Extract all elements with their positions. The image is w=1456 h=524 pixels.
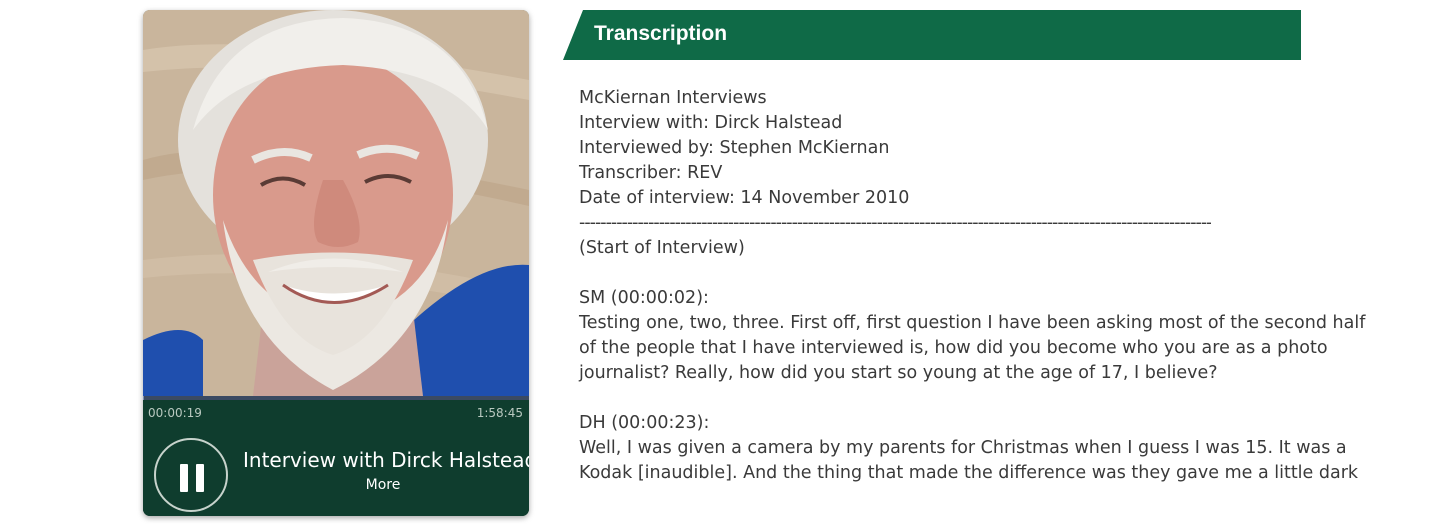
transcription-header: Transcription <box>563 10 1301 60</box>
meta-line: Date of interview: 14 November 2010 <box>579 188 910 208</box>
speaker-label: SM (00:00:02): <box>579 288 709 308</box>
transcript-body: McKiernan Interviews Interview with: Dir… <box>579 86 1366 486</box>
pause-icon-bar <box>196 464 204 492</box>
total-duration: 1:58:45 <box>476 406 523 420</box>
start-marker: (Start of Interview) <box>579 238 745 258</box>
divider-line: ----------------------------------------… <box>579 213 1211 233</box>
speaker-label: DH (00:00:23): <box>579 413 710 433</box>
pause-button[interactable] <box>154 438 228 512</box>
audio-player-card: 00:00:19 1:58:45 Interview with Dirck Ha… <box>143 10 529 516</box>
meta-line: Transcriber: REV <box>579 163 723 183</box>
elapsed-time: 00:00:19 <box>148 406 202 420</box>
transcript-line: Kodak [inaudible]. And the thing that ma… <box>579 463 1359 483</box>
meta-line: McKiernan Interviews <box>579 88 767 108</box>
meta-line: Interview with: Dirck Halstead <box>579 113 843 133</box>
track-title: Interview with Dirck Halstead <box>243 448 529 472</box>
pause-icon <box>180 464 188 492</box>
interviewee-photo <box>143 10 529 396</box>
panel-title: Transcription <box>594 22 728 45</box>
more-link[interactable]: More <box>243 477 523 493</box>
player-controls: 00:00:19 1:58:45 Interview with Dirck Ha… <box>143 400 529 516</box>
transcript-line: Testing one, two, three. First off, firs… <box>579 313 1366 333</box>
portrait-image <box>143 10 529 396</box>
transcript-line: Well, I was given a camera by my parents… <box>579 438 1347 458</box>
transcript-line: journalist? Really, how did you start so… <box>579 363 1218 383</box>
transcript-line: of the people that I have interviewed is… <box>579 338 1328 358</box>
meta-line: Interviewed by: Stephen McKiernan <box>579 138 890 158</box>
